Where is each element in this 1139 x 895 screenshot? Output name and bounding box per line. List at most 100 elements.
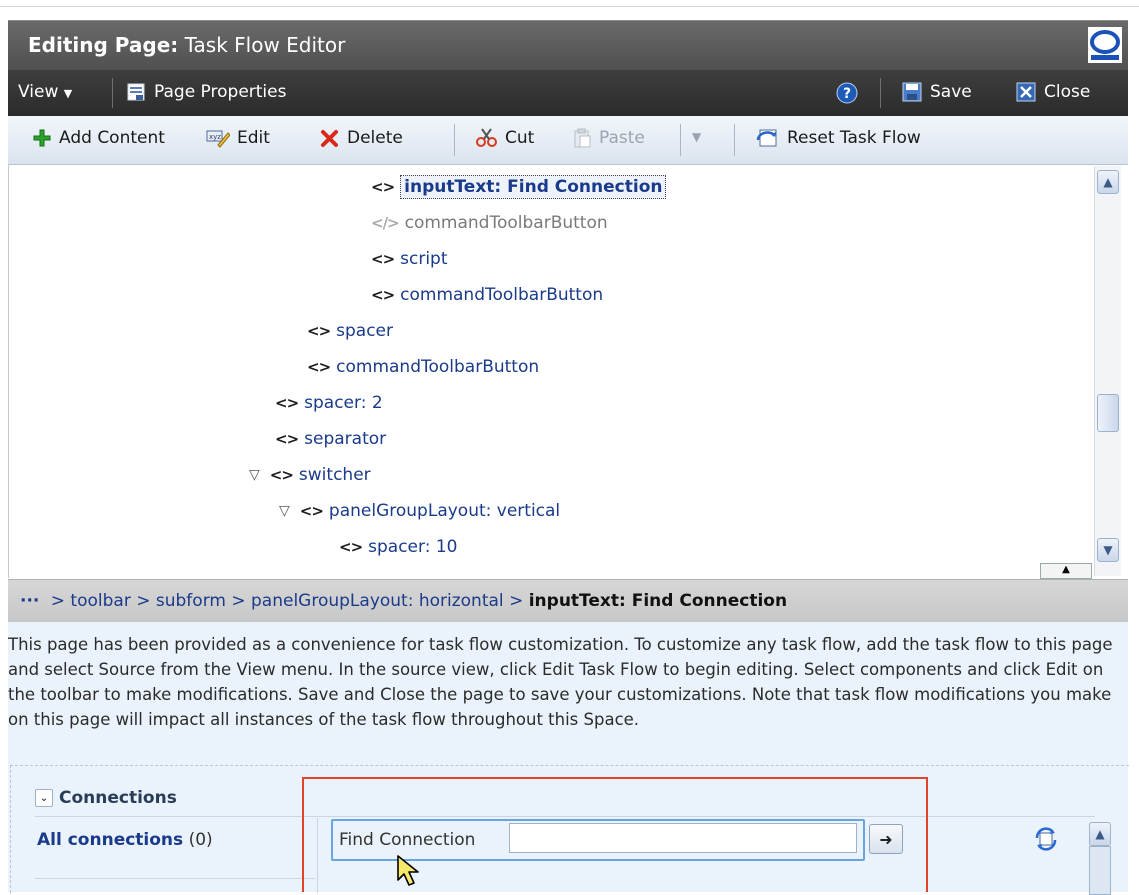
cut-button[interactable]: Cut — [476, 128, 534, 148]
collapse-chevron-icon[interactable]: ⌄ — [35, 789, 53, 807]
divider — [35, 878, 315, 879]
page-properties-icon — [127, 83, 145, 101]
scroll-down-button[interactable]: ▼ — [1097, 538, 1119, 562]
all-connections-count: (0) — [188, 830, 213, 850]
reset-task-flow-button[interactable]: Reset Task Flow — [756, 128, 921, 148]
breadcrumb-current: inputText: Find Connection — [528, 591, 788, 611]
cut-label: Cut — [505, 128, 535, 148]
component-hidden-icon: </> — [371, 214, 400, 232]
tree-node[interactable]: <> separator — [275, 429, 386, 449]
tree-node-label: commandToolbarButton — [404, 213, 608, 233]
tree-node[interactable]: <> inputText: Find Connection — [371, 175, 667, 199]
scroll-thumb[interactable] — [1097, 394, 1119, 432]
mouse-cursor-icon — [397, 855, 419, 886]
delete-icon — [321, 130, 338, 147]
view-menu[interactable]: View ▼ — [18, 82, 72, 102]
expand-triangle-icon[interactable]: ▽ — [249, 467, 260, 483]
paste-button[interactable]: Paste — [572, 128, 645, 148]
component-icon: <> — [371, 250, 395, 268]
info-text: This page has been provided as a conveni… — [8, 635, 1113, 729]
paste-icon — [574, 128, 591, 148]
tree-node[interactable]: <> spacer: 10 — [339, 537, 457, 557]
page-title-value: Task Flow Editor — [184, 33, 346, 57]
tree-node-label: switcher — [298, 465, 371, 485]
component-icon: <> — [275, 430, 299, 448]
close-label: Close — [1044, 82, 1091, 102]
tree-node[interactable]: <> spacer — [307, 321, 393, 341]
close-button[interactable]: Close — [1016, 82, 1090, 102]
breadcrumb-item[interactable]: > toolbar — [51, 591, 131, 611]
tree-node[interactable]: ▽ <> panelGroupLayout: vertical — [279, 501, 560, 521]
component-icon: <> — [339, 538, 363, 556]
save-icon — [902, 82, 922, 102]
panel-resize-handle[interactable]: ▲ — [1040, 563, 1092, 579]
refresh-icon[interactable] — [1033, 826, 1059, 852]
top-border — [0, 0, 1139, 7]
toolbar-divider — [454, 124, 455, 156]
connections-header[interactable]: ⌄ Connections — [35, 788, 177, 808]
menu-divider — [112, 78, 113, 108]
component-icon: <> — [371, 286, 395, 304]
breadcrumb-separator: > — [509, 591, 529, 611]
scissors-icon — [476, 128, 497, 147]
title-bar: Editing Page: Task Flow Editor — [8, 20, 1128, 71]
scroll-up-button[interactable]: ▲ — [1089, 822, 1111, 846]
tree-scrollbar[interactable]: ▲ ▼ — [1094, 166, 1121, 576]
chevron-down-icon: ▼ — [63, 87, 73, 100]
tree-node-label: spacer: 2 — [304, 393, 383, 413]
expand-triangle-icon[interactable]: ▽ — [279, 503, 290, 519]
breadcrumb: ··· > toolbar > subform > panelGroupLayo… — [8, 579, 1128, 623]
oracle-logo-icon — [1088, 27, 1122, 63]
page-properties-button[interactable]: Page Properties — [126, 82, 286, 102]
help-icon: ? — [836, 82, 858, 104]
edit-icon: xyz — [206, 130, 230, 148]
svg-text:xyz: xyz — [209, 133, 221, 141]
toolbar: Add Content xyz Edit Delete Cut Paste ▼ … — [8, 116, 1128, 165]
tree-node[interactable]: </> commandToolbarButton — [371, 213, 608, 233]
tree-node-label: spacer: 10 — [368, 537, 458, 557]
edit-button[interactable]: xyz Edit — [206, 128, 270, 148]
chevron-down-icon: ▼ — [692, 130, 702, 144]
save-label: Save — [930, 82, 972, 102]
component-tree: <> inputText: Find Connection </> comman… — [8, 165, 1129, 578]
component-icon: <> — [299, 502, 324, 520]
page-title-label: Editing Page: — [28, 33, 179, 57]
connections-title: Connections — [59, 788, 177, 808]
scroll-thumb[interactable] — [1089, 846, 1111, 895]
menu-divider — [880, 78, 881, 108]
all-connections-link[interactable]: All connections — [37, 830, 183, 850]
delete-label: Delete — [347, 128, 403, 148]
edit-label: Edit — [237, 128, 270, 148]
add-content-button[interactable]: Add Content — [32, 128, 165, 148]
tree-node[interactable]: <> commandToolbarButton — [307, 357, 539, 377]
chevron-up-icon: ▲ — [1062, 564, 1070, 575]
reset-icon — [756, 129, 777, 147]
tree-node-label: commandToolbarButton — [336, 357, 540, 377]
breadcrumb-item[interactable]: > panelGroupLayout: horizontal — [231, 591, 503, 611]
help-button[interactable]: ? — [836, 82, 858, 109]
menubar: View ▼ Page Properties ? Save Close — [8, 70, 1128, 116]
component-icon: <> — [371, 178, 395, 196]
chevron-up-icon: ▲ — [1103, 175, 1113, 189]
view-menu-label: View — [18, 82, 59, 102]
tree-node[interactable]: <> commandToolbarButton — [371, 285, 603, 305]
chevron-up-icon: ▲ — [1095, 827, 1105, 841]
scroll-up-button[interactable]: ▲ — [1097, 170, 1119, 194]
tree-node[interactable]: <> script — [371, 249, 448, 269]
breadcrumb-overflow[interactable]: ··· — [20, 591, 39, 611]
breadcrumb-item[interactable]: > subform — [136, 591, 226, 611]
tree-node-label: spacer — [336, 321, 394, 341]
delete-button[interactable]: Delete — [320, 128, 403, 148]
all-connections[interactable]: All connections (0) — [37, 830, 213, 850]
tree-node-label: commandToolbarButton — [400, 285, 604, 305]
add-icon — [33, 129, 51, 147]
paste-dropdown[interactable]: ▼ — [692, 130, 701, 144]
component-icon: <> — [307, 358, 331, 376]
tree-node[interactable]: ▽ <> switcher — [249, 465, 371, 485]
tree-node[interactable]: <> spacer: 2 — [275, 393, 383, 413]
toolbar-divider — [734, 124, 735, 156]
paste-label: Paste — [599, 128, 645, 148]
chevron-down-icon: ▼ — [1103, 543, 1113, 557]
page-properties-label: Page Properties — [154, 82, 287, 102]
save-button[interactable]: Save — [902, 82, 972, 102]
